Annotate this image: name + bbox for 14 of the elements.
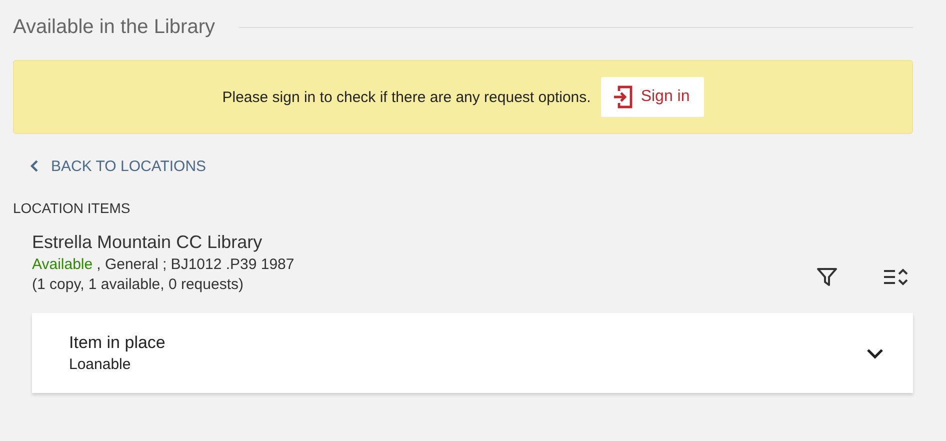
location-items-label: LOCATION ITEMS bbox=[13, 200, 132, 216]
back-link[interactable]: BACK TO LOCATIONS bbox=[29, 156, 206, 176]
item-title: Item in place bbox=[69, 333, 166, 353]
section-title: Available in the Library bbox=[13, 16, 215, 38]
availability-status: Available bbox=[32, 256, 93, 273]
copy-counts: (1 copy, 1 available, 0 requests) bbox=[32, 276, 245, 293]
sign-in-button[interactable]: Sign in bbox=[600, 77, 704, 117]
back-chevron-icon bbox=[29, 159, 39, 173]
item-policy: Loanable bbox=[69, 356, 132, 373]
expand-chevron-icon[interactable] bbox=[865, 346, 885, 360]
location-details: , General ; BJ1012 .P39 1987 bbox=[96, 256, 294, 273]
sign-in-icon bbox=[612, 85, 633, 109]
banner-message: Please sign in to check if there are any request options. bbox=[222, 88, 591, 106]
library-name: Estrella Mountain CC Library bbox=[32, 232, 264, 253]
